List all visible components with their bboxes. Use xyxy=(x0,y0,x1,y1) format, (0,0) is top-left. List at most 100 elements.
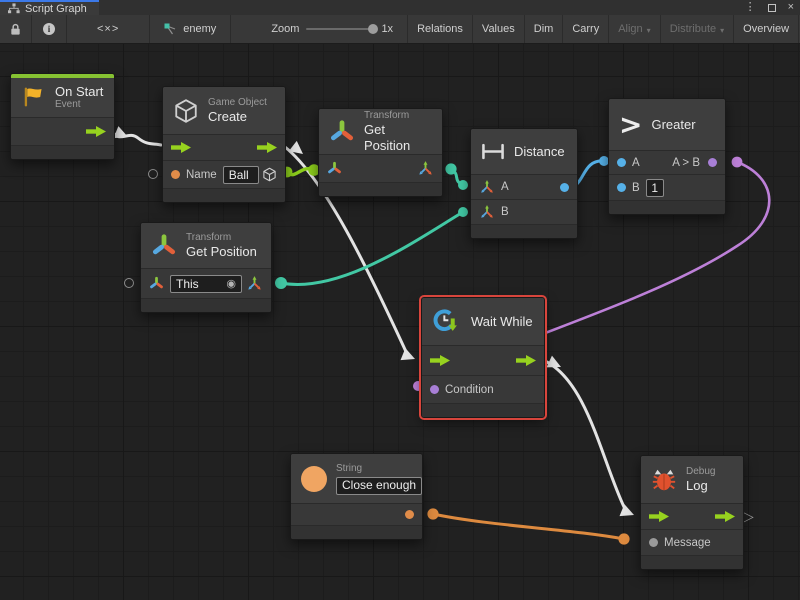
values-button[interactable]: Values xyxy=(473,15,525,43)
node-footer xyxy=(319,183,442,196)
node-string-literal[interactable]: String Close enough! xyxy=(290,453,423,540)
b-value-field[interactable]: 1 xyxy=(646,179,664,197)
node-on-start-event[interactable]: On Start Event xyxy=(10,73,115,160)
cube-icon xyxy=(173,98,199,124)
wire-vector-getposition-distance-b xyxy=(281,212,463,284)
window-tab-bar: Script Graph ⋮ × xyxy=(0,0,800,15)
tab-script-graph[interactable]: Script Graph xyxy=(0,0,99,15)
zoom-slider-handle[interactable] xyxy=(368,24,378,34)
node-distance[interactable]: Distance A B xyxy=(470,128,578,239)
flow-output-port[interactable] xyxy=(86,126,106,137)
lock-button[interactable] xyxy=(0,15,32,43)
vector3-output-port[interactable] xyxy=(246,275,263,292)
transform-icon xyxy=(329,119,355,145)
string-output-port[interactable] xyxy=(405,510,414,519)
target-picker-icon[interactable]: ◉ xyxy=(220,277,236,290)
node-wait-while[interactable]: Wait While Condition xyxy=(421,297,545,418)
breadcrumb[interactable]: enemy xyxy=(150,15,231,43)
node-footer xyxy=(471,225,577,238)
window-menu-button[interactable]: ⋮ xyxy=(745,2,756,13)
window-controls: ⋮ × xyxy=(745,0,794,15)
node-get-position-top[interactable]: Transform Get Position xyxy=(318,108,443,197)
node-footer xyxy=(609,201,725,214)
relations-button[interactable]: Relations xyxy=(408,15,473,43)
string-input-port[interactable] xyxy=(171,170,180,179)
float-input-port[interactable] xyxy=(617,158,626,167)
wire-string-debug-message xyxy=(433,514,624,539)
flow-input-port[interactable] xyxy=(171,142,191,153)
transform-input-port[interactable] xyxy=(327,161,342,176)
wait-clock-icon xyxy=(432,307,462,337)
port-label: B xyxy=(632,182,640,194)
distance-icon xyxy=(481,143,505,160)
bool-output-port[interactable] xyxy=(708,158,717,167)
message-input-port[interactable] xyxy=(649,538,658,547)
transform-icon xyxy=(151,233,177,259)
script-graph-window: Script Graph ⋮ × i <×> enemy xyxy=(0,0,800,600)
vector3-output-port[interactable] xyxy=(417,160,434,177)
port-label: A xyxy=(632,157,640,169)
node-footer xyxy=(291,526,422,539)
port-label: Message xyxy=(664,537,711,549)
node-title: Create xyxy=(208,109,267,125)
graph-tab-icon xyxy=(8,3,20,14)
window-maximize-button[interactable] xyxy=(768,4,776,12)
wire-control-waitwhile-debug xyxy=(545,361,625,509)
unconnected-flow-indicator[interactable]: ▷ xyxy=(743,509,754,523)
chevron-down-icon: ▾ xyxy=(720,26,724,35)
string-type-icon xyxy=(301,466,327,492)
float-input-port[interactable] xyxy=(617,183,626,192)
overview-button[interactable]: Overview xyxy=(734,15,799,43)
name-value-field[interactable]: Ball xyxy=(223,166,259,184)
port-label: A xyxy=(501,181,509,193)
flow-input-port[interactable] xyxy=(430,355,450,366)
node-greater[interactable]: > Greater A A > B B 1 xyxy=(608,98,726,215)
unconnected-port-indicator[interactable] xyxy=(148,169,158,179)
info-icon: i xyxy=(43,23,55,35)
flow-input-port[interactable] xyxy=(649,511,669,522)
zoom-slider[interactable] xyxy=(306,28,374,30)
port-label: Condition xyxy=(445,384,494,396)
node-footer xyxy=(141,299,271,312)
node-category: Transform xyxy=(186,232,257,244)
flow-output-port[interactable] xyxy=(715,511,735,522)
flow-output-port[interactable] xyxy=(257,142,277,153)
string-value-field[interactable]: Close enough! xyxy=(336,477,422,495)
game-object-output-port[interactable] xyxy=(262,167,277,182)
transform-input-port[interactable] xyxy=(149,276,164,291)
node-footer xyxy=(163,189,285,202)
dim-button[interactable]: Dim xyxy=(525,15,564,43)
bug-icon xyxy=(651,467,677,493)
target-field[interactable]: This ◉ xyxy=(170,275,242,293)
graph-canvas[interactable]: ▷ On Start Event xyxy=(0,44,800,600)
bool-input-port[interactable] xyxy=(430,385,439,394)
node-game-object-create[interactable]: Game Object Create Name Ball xyxy=(162,86,286,203)
unconnected-port-indicator[interactable] xyxy=(124,278,134,288)
node-footer xyxy=(422,404,544,417)
node-title: Get Position xyxy=(186,244,257,260)
node-category: Debug xyxy=(686,466,715,478)
node-title: Wait While xyxy=(471,314,533,330)
node-category: Transform xyxy=(364,110,432,122)
carry-button[interactable]: Carry xyxy=(563,15,609,43)
vector3-input-port[interactable] xyxy=(479,179,495,195)
vector3-input-port[interactable] xyxy=(479,204,495,220)
node-get-position-this[interactable]: Transform Get Position This ◉ xyxy=(140,222,272,313)
info-button[interactable]: i xyxy=(32,15,67,43)
align-dropdown[interactable]: Align ▾ xyxy=(609,15,660,43)
distribute-dropdown[interactable]: Distribute ▾ xyxy=(661,15,734,43)
zoom-control: Zoom 1x xyxy=(257,15,408,43)
float-output-port[interactable] xyxy=(560,183,569,192)
window-close-button[interactable]: × xyxy=(788,2,794,13)
node-category: Game Object xyxy=(208,97,267,109)
code-view-button[interactable]: <×> xyxy=(67,15,150,43)
port-label: B xyxy=(501,206,509,218)
graph-toolbar: i <×> enemy Zoom 1x Relations Values Dim… xyxy=(0,15,800,44)
node-debug-log[interactable]: Debug Log Message xyxy=(640,455,744,570)
node-subtitle: Event xyxy=(55,99,103,111)
greater-icon: > xyxy=(619,111,642,139)
flow-output-port[interactable] xyxy=(516,355,536,366)
node-category: String xyxy=(336,463,422,475)
port-label: A > B xyxy=(672,157,700,169)
node-title: Get Position xyxy=(364,122,432,153)
